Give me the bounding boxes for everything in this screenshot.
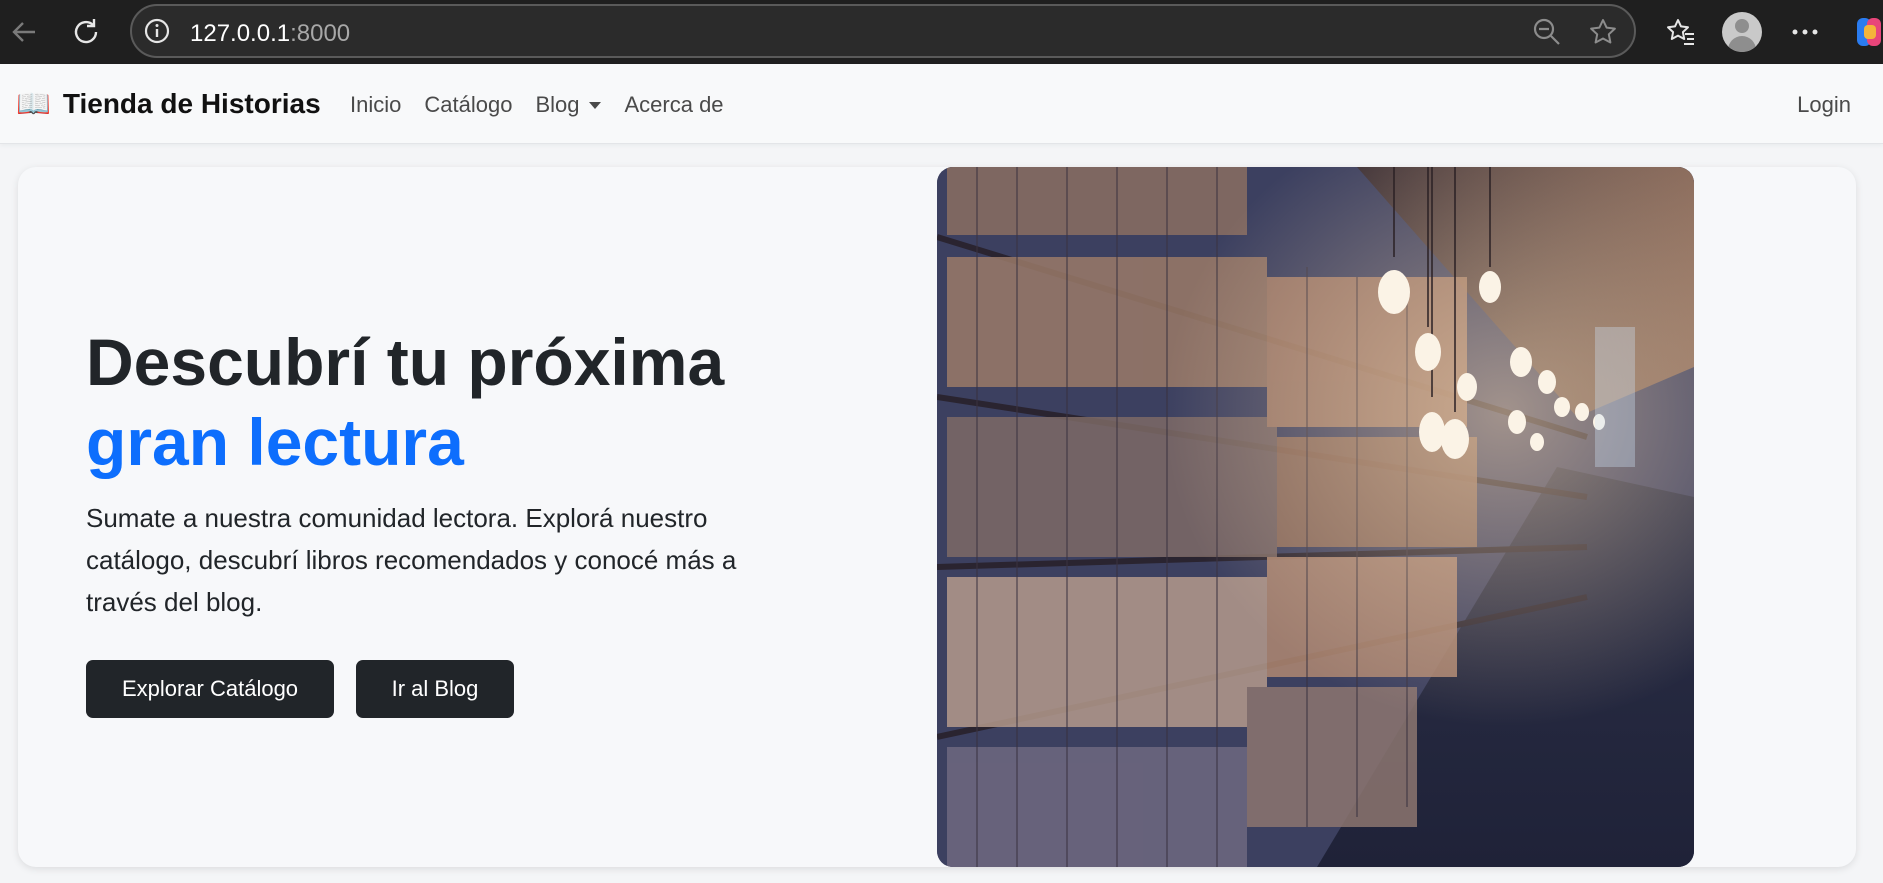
- nav-links: Inicio Catálogo Blog Acerca de: [350, 92, 747, 118]
- explore-catalog-button[interactable]: Explorar Catálogo: [86, 660, 334, 718]
- profile-icon[interactable]: [1722, 12, 1762, 52]
- info-icon[interactable]: [142, 16, 172, 46]
- nav-link-catalogo[interactable]: Catálogo: [424, 92, 512, 118]
- favorites-icon[interactable]: [1661, 12, 1701, 52]
- web-page: 📖 Tienda de Historias Inicio Catálogo Bl…: [0, 64, 1883, 883]
- hero-card: Descubrí tu próxima gran lectura Sumate …: [18, 167, 1856, 867]
- url-port: :8000: [290, 20, 351, 47]
- nav-link-inicio[interactable]: Inicio: [350, 92, 401, 118]
- chevron-down-icon: [589, 101, 602, 109]
- book-icon: 📖: [16, 88, 51, 119]
- brand-name: Tienda de Historias: [62, 88, 321, 119]
- headline-main: Descubrí tu próxima: [86, 325, 725, 399]
- nav-link-blog[interactable]: Blog: [535, 92, 602, 118]
- copilot-icon[interactable]: [1850, 12, 1883, 52]
- url-host: 127.0.0.1: [190, 20, 291, 47]
- nav-link-blog-label: Blog: [535, 92, 580, 117]
- star-icon[interactable]: [1588, 17, 1618, 52]
- address-bar[interactable]: 127.0.0.1:8000: [130, 4, 1636, 58]
- avatar: [1722, 12, 1762, 52]
- hero-lead: Sumate a nuestra comunidad lectora. Expl…: [86, 503, 737, 617]
- headline-accent: gran lectura: [86, 405, 464, 479]
- go-to-blog-button[interactable]: Ir al Blog: [356, 660, 514, 718]
- url-text[interactable]: 127.0.0.1:8000: [190, 20, 350, 48]
- library-illustration: [937, 167, 1694, 867]
- brand[interactable]: 📖 Tienda de Historias: [16, 88, 321, 120]
- browser-toolbar: 127.0.0.1:8000: [0, 0, 1883, 64]
- nav-link-acerca[interactable]: Acerca de: [624, 92, 723, 118]
- hero-headline: Descubrí tu próxima gran lectura: [86, 322, 724, 482]
- library-photo: [937, 167, 1694, 867]
- reload-icon[interactable]: [66, 12, 106, 52]
- zoom-out-icon[interactable]: [1532, 17, 1562, 52]
- back-icon[interactable]: [4, 12, 44, 52]
- site-navbar: 📖 Tienda de Historias Inicio Catálogo Bl…: [0, 64, 1883, 144]
- more-icon[interactable]: [1785, 12, 1825, 52]
- login-link[interactable]: Login: [1797, 92, 1851, 118]
